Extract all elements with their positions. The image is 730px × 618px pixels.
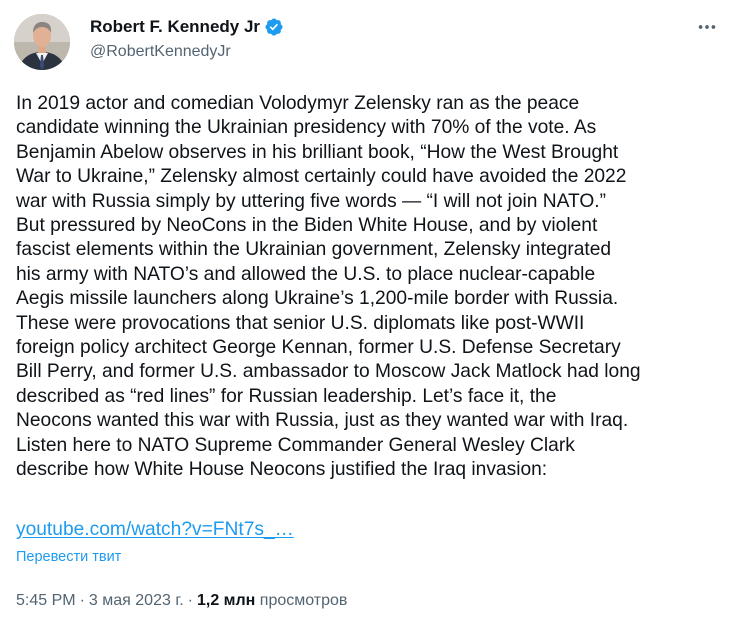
views-count: 1,2 млн <box>196 592 256 609</box>
translate-tweet-link[interactable]: Перевести твит <box>16 548 121 566</box>
views-label: просмотров <box>259 592 348 609</box>
tweet-date[interactable]: 3 мая 2023 г. <box>89 592 184 609</box>
tweet-time[interactable]: 5:45 PM <box>16 592 76 609</box>
meta-separator: · <box>187 592 193 609</box>
avatar[interactable] <box>14 14 70 70</box>
author-name-row: Robert F. Kennedy Jr <box>90 16 284 38</box>
author-display-name[interactable]: Robert F. Kennedy Jr <box>90 16 260 38</box>
author-handle[interactable]: @RobertKennedyJr <box>90 42 231 62</box>
verified-badge-icon[interactable] <box>264 17 284 37</box>
profile-photo-icon <box>14 14 70 70</box>
meta-separator: · <box>79 592 85 609</box>
tweet-card: Robert F. Kennedy Jr @RobertKennedyJr In… <box>0 0 730 618</box>
tweet-text: In 2019 actor and comedian Volodymyr Zel… <box>16 93 641 481</box>
tweet-meta: 5:45 PM · 3 мая 2023 г. · 1,2 млн просмотров <box>16 591 347 611</box>
more-icon[interactable] <box>696 16 718 38</box>
tweet-link[interactable]: youtube.com/watch?v=FNt7s_… <box>16 518 294 542</box>
